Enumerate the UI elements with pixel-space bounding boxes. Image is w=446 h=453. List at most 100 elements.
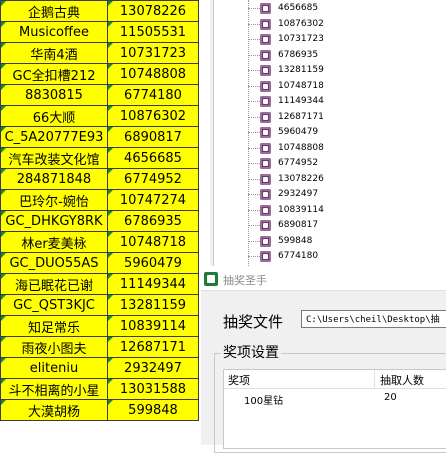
node-icon [260, 127, 271, 138]
prize-count: 20 [384, 392, 397, 403]
winner-tree-panel: 4656685 10876302 10731723 6786935 13281159 10… [210, 0, 446, 266]
node-label: 10731723 [278, 34, 324, 44]
name-cell[interactable]: 巴玲尔-婉怡 [0, 189, 108, 211]
node-icon [260, 18, 271, 30]
id-cell[interactable]: 13078226 [107, 0, 199, 22]
name-cell[interactable]: eliteniu [0, 357, 108, 379]
name-cell[interactable]: 66大顺 [0, 105, 108, 127]
tree-connector [248, 240, 260, 242]
id-cell[interactable]: 6774180 [107, 84, 199, 106]
table-row: 知足常乐 10839114 [0, 315, 199, 337]
cell-indicator-icon [108, 43, 113, 48]
id-cell[interactable]: 5960479 [107, 252, 199, 274]
name-cell[interactable]: 284871848 [0, 168, 108, 190]
node-icon [260, 3, 271, 14]
file-label: 抽奖文件 [223, 313, 284, 331]
id-cell[interactable]: 6786935 [107, 210, 199, 232]
tree-connector [248, 225, 260, 226]
name-cell[interactable]: GC_QST3KJC [0, 294, 108, 316]
tree-connector [248, 101, 260, 102]
id-cell[interactable]: 10748808 [107, 63, 199, 85]
node-label: 10876302 [278, 18, 324, 29]
name-cell[interactable]: 斗不相离的小星 [0, 378, 108, 400]
node-icon [260, 173, 271, 185]
id-cell[interactable]: 10876302 [107, 105, 199, 127]
tree-scrollbar[interactable] [210, 0, 214, 266]
tree-connector [248, 163, 260, 164]
id-cell[interactable]: 13031588 [107, 378, 199, 400]
name-cell[interactable]: 林er麦美栐 [0, 231, 108, 253]
cell-indicator-icon [1, 295, 6, 300]
tree-connector [248, 85, 260, 87]
id-cell[interactable]: 2932497 [107, 357, 199, 379]
node-icon [260, 111, 271, 123]
node-icon [260, 65, 271, 76]
table-row: eliteniu 2932497 [0, 357, 199, 379]
prize-list[interactable]: 奖项 抽取人数 100星钻 20 [223, 369, 446, 449]
node-label: 10839114 [278, 204, 324, 215]
name-cell[interactable]: 8830815 [0, 84, 108, 106]
prize-row[interactable]: 100星钻 20 [224, 391, 446, 407]
name-cell[interactable]: GC_DUO55AS [0, 252, 108, 274]
cell-indicator-icon [1, 106, 6, 111]
id-cell[interactable]: 12687171 [107, 336, 199, 358]
id-cell[interactable]: 13281159 [107, 294, 199, 316]
name-cell[interactable]: 知足常乐 [0, 315, 108, 337]
cell-indicator-icon [1, 148, 6, 153]
cell-indicator-icon [1, 379, 6, 384]
table-row: 华南4酒 10731723 [0, 42, 199, 64]
id-cell[interactable]: 10839114 [107, 315, 199, 337]
node-label: 6774952 [278, 158, 319, 168]
name-cell[interactable]: C_5A20777E93 [0, 126, 108, 148]
name-cell[interactable]: GC_DHKGY8RK [0, 210, 108, 232]
id-cell[interactable]: 10747274 [107, 189, 199, 211]
file-path-input[interactable]: C:\Users\cheil\Desktop\抽 [301, 310, 446, 328]
table-row: 海已眠花已谢 11149344 [0, 273, 199, 295]
name-cell[interactable]: 汽车改装文化馆 [0, 147, 108, 169]
id-cell[interactable]: 10731723 [107, 42, 199, 64]
cell-indicator-icon [1, 22, 6, 27]
cell-indicator-icon [108, 106, 113, 111]
id-cell[interactable]: 6774952 [107, 168, 199, 190]
name-cell[interactable]: 企鹅古典 [0, 0, 108, 22]
name-cell[interactable]: Musicoffee [0, 21, 108, 43]
table-row: GC_DHKGY8RK 6786935 [0, 210, 199, 232]
id-cell[interactable]: 6890817 [107, 126, 199, 148]
node-label: 6786935 [278, 49, 319, 60]
cell-indicator-icon [108, 253, 113, 258]
cell-indicator-icon [1, 169, 6, 174]
id-cell[interactable]: 11505531 [107, 21, 199, 43]
node-label: 13281159 [278, 65, 324, 75]
cell-indicator-icon [108, 127, 113, 132]
id-cell[interactable]: 11149344 [107, 273, 199, 295]
user-table: 企鹅古典 13078226 Musicoffee 11505531 华南4酒 107317… [0, 0, 199, 421]
name-cell[interactable]: 海已眠花已谢 [0, 273, 108, 295]
table-row: 8830815 6774180 [0, 84, 199, 106]
cell-indicator-icon [108, 148, 113, 153]
node-icon [260, 204, 271, 216]
cell-indicator-icon [108, 295, 113, 300]
column-header-count[interactable]: 抽取人数 [380, 372, 424, 388]
id-cell[interactable]: 4656685 [107, 147, 199, 169]
tree-connector [248, 116, 260, 118]
node-label: 6890817 [278, 220, 319, 230]
node-icon [260, 235, 271, 247]
table-row: 斗不相离的小星 13031588 [0, 378, 199, 400]
node-icon [260, 189, 271, 200]
node-label: 4656685 [278, 3, 319, 13]
column-header-prize[interactable]: 奖项 [228, 372, 250, 388]
id-cell[interactable]: 10748718 [107, 231, 199, 253]
name-cell[interactable]: 华南4酒 [0, 42, 108, 64]
name-cell[interactable]: GC全扣槽212 [0, 63, 108, 85]
prize-name: 100星钻 [244, 396, 284, 407]
dialog-titlebar[interactable]: 抽奖圣手 [201, 268, 446, 291]
cell-indicator-icon [1, 232, 6, 237]
node-icon [260, 34, 271, 45]
name-cell[interactable]: 雨夜小图夫 [0, 336, 108, 358]
name-cell[interactable]: 大漠胡杨 [0, 399, 108, 421]
node-icon [260, 49, 271, 61]
cell-indicator-icon [108, 22, 113, 27]
cell-indicator-icon [108, 211, 113, 216]
id-cell[interactable]: 599848 [107, 399, 199, 421]
tree-connector [248, 8, 260, 9]
